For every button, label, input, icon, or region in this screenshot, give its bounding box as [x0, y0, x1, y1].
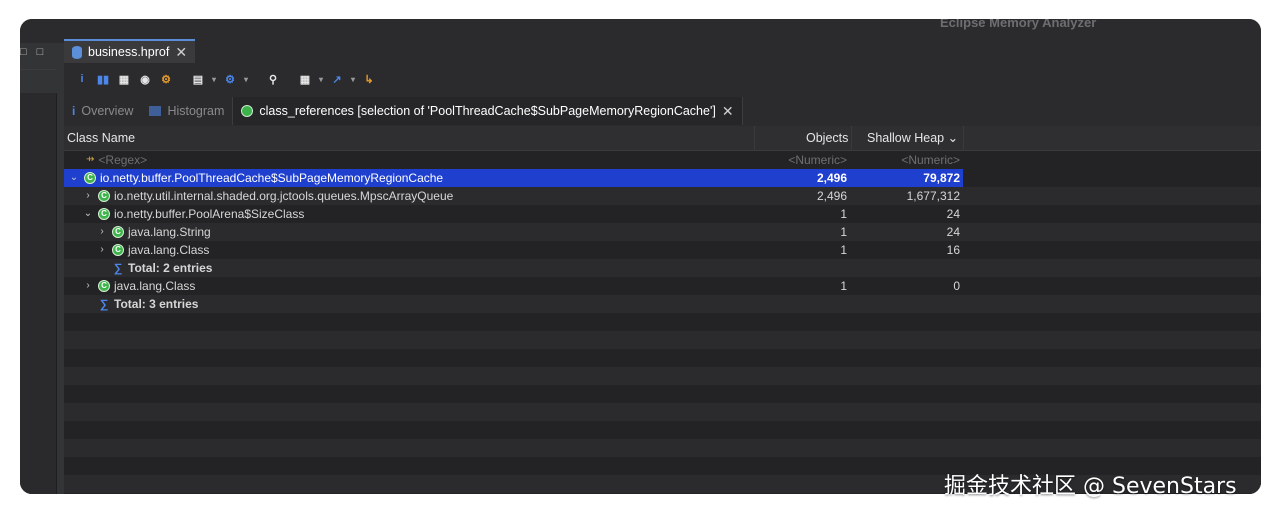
table-header: Class Name Objects Shallow Heap ⌄ [64, 126, 1261, 151]
left-pane [20, 93, 57, 494]
chevron-down-icon[interactable]: ⌄ [82, 205, 94, 223]
chevron-down-icon[interactable]: ▾ [318, 71, 324, 87]
objects-value: 2,496 [816, 189, 847, 203]
chevron-right-icon[interactable]: › [96, 223, 108, 241]
objects-value: 2,496 [816, 171, 847, 185]
references-icon [241, 105, 254, 117]
minimize-icon[interactable]: □ [20, 46, 27, 58]
column-header-class-name[interactable]: Class Name [67, 126, 135, 150]
objects-value: 1 [840, 207, 847, 221]
histogram-icon [149, 106, 162, 116]
class-name-filter[interactable]: ⇸ <Regex> [86, 151, 147, 169]
result-tabs: i Overview Histogram class_references [s… [64, 97, 1261, 125]
filter-row: ⇸ <Regex> <Numeric> <Numeric> [64, 151, 1261, 169]
chevron-right-icon[interactable]: › [96, 241, 108, 259]
class-icon: C [98, 280, 110, 292]
shallow-heap-value: 0 [953, 279, 960, 293]
regex-icon: ⇸ [86, 154, 95, 165]
shallow-heap-value: 24 [946, 225, 960, 239]
toolbar: i ▮▮ ▦ ◉ ⚙ ▤ ▾ ⚙ ▾ ⚲ ▦ ▾ ↗ ▾ ↳ [64, 65, 1261, 93]
class-name: io.netty.buffer.PoolThreadCache$SubPageM… [100, 171, 444, 185]
chevron-down-icon[interactable]: ▾ [350, 71, 356, 87]
class-icon: C [98, 208, 110, 220]
chevron-down-icon[interactable]: ▾ [243, 71, 249, 87]
calculate-retained-icon[interactable]: ↳ [361, 71, 377, 87]
app-title: Eclipse Memory Analyzer [940, 19, 1097, 30]
chevron-down-icon[interactable]: ⌄ [68, 169, 80, 187]
chevron-right-icon[interactable]: › [82, 277, 94, 295]
tab-histogram[interactable]: Histogram [141, 97, 232, 125]
class-name: java.lang.Class [128, 243, 210, 257]
query-browser-icon[interactable]: ⚙ [222, 71, 238, 87]
class-icon: C [112, 244, 124, 256]
close-icon[interactable]: ✕ [722, 104, 734, 118]
database-icon [72, 45, 82, 59]
tab-overview[interactable]: i Overview [64, 97, 141, 125]
shallow-heap-filter[interactable]: <Numeric> [851, 151, 960, 169]
total-label: Total: 2 entries [128, 261, 213, 275]
tab-class-references[interactable]: class_references [selection of 'PoolThre… [232, 97, 743, 125]
table-row[interactable]: › C java.lang.Class 1 16 [64, 241, 1261, 259]
column-header-objects[interactable]: Objects [806, 126, 848, 150]
class-name: java.lang.Class [114, 279, 196, 293]
shallow-heap-value: 16 [946, 243, 960, 257]
tab-label: class_references [selection of 'PoolThre… [259, 104, 716, 118]
objects-value: 1 [840, 225, 847, 239]
shallow-heap-value: 24 [946, 207, 960, 221]
table-row[interactable]: › C io.netty.util.internal.shaded.org.jc… [64, 187, 1261, 205]
close-icon[interactable]: ✕ [175, 45, 187, 59]
watermark: 掘金技术社区 @ SevenStars [944, 474, 1237, 499]
oql-icon[interactable]: ◉ [137, 71, 153, 87]
editor-tab-label: business.hprof [88, 45, 170, 59]
table-row[interactable]: ⌄ C io.netty.buffer.PoolThreadCache$SubP… [64, 169, 1261, 187]
shallow-heap-value: 79,872 [923, 171, 960, 185]
objects-value: 1 [840, 279, 847, 293]
thread-overview-icon[interactable]: ⚙ [158, 71, 174, 87]
editor-area: business.hprof ✕ i ▮▮ ▦ ◉ ⚙ ▤ ▾ ⚙ ▾ ⚲ ▦ … [64, 39, 1261, 494]
histogram-icon[interactable]: ▮▮ [95, 71, 111, 87]
group-by-icon[interactable]: ▦ [297, 71, 313, 87]
class-icon: C [98, 190, 110, 202]
shallow-heap-value: 1,677,312 [906, 189, 960, 203]
total-label: Total: 3 entries [114, 297, 199, 311]
column-header-shallow-heap[interactable]: Shallow Heap ⌄ [867, 126, 958, 150]
reports-icon[interactable]: ▤ [190, 71, 206, 87]
table-row[interactable]: ⌄ C io.netty.buffer.PoolArena$SizeClass … [64, 205, 1261, 223]
class-name: java.lang.String [128, 225, 211, 239]
table-row[interactable]: ∑ Total: 2 entries [64, 259, 1261, 277]
objects-filter[interactable]: <Numeric> [754, 151, 847, 169]
class-name: io.netty.buffer.PoolArena$SizeClass [114, 207, 305, 221]
class-references-table: Class Name Objects Shallow Heap ⌄ ⇸ <Reg… [64, 126, 1261, 494]
sum-icon: ∑ [113, 261, 123, 275]
export-icon[interactable]: ↗ [329, 71, 345, 87]
dominator-tree-icon[interactable]: ▦ [116, 71, 132, 87]
search-icon[interactable]: ⚲ [265, 71, 281, 87]
chevron-down-icon[interactable]: ▾ [211, 71, 217, 87]
app-window: Eclipse Memory Analyzer □ □ business.hpr… [20, 19, 1261, 494]
table-row[interactable]: › C java.lang.Class 1 0 [64, 277, 1261, 295]
table-row[interactable]: › C java.lang.String 1 24 [64, 223, 1261, 241]
editor-tab-business-hprof[interactable]: business.hprof ✕ [64, 39, 196, 63]
objects-value: 1 [840, 243, 847, 257]
class-icon: C [84, 172, 96, 184]
chevron-right-icon[interactable]: › [82, 187, 94, 205]
left-panel: □ □ [20, 43, 64, 494]
class-icon: C [112, 226, 124, 238]
info-icon: i [72, 104, 76, 118]
info-icon[interactable]: i [74, 71, 90, 87]
class-name: io.netty.util.internal.shaded.org.jctool… [114, 189, 454, 203]
maximize-icon[interactable]: □ [37, 46, 44, 58]
table-row[interactable]: ∑ Total: 3 entries [64, 295, 1261, 313]
tab-label: Overview [81, 104, 134, 118]
sum-icon: ∑ [99, 297, 109, 311]
tab-label: Histogram [167, 104, 225, 118]
